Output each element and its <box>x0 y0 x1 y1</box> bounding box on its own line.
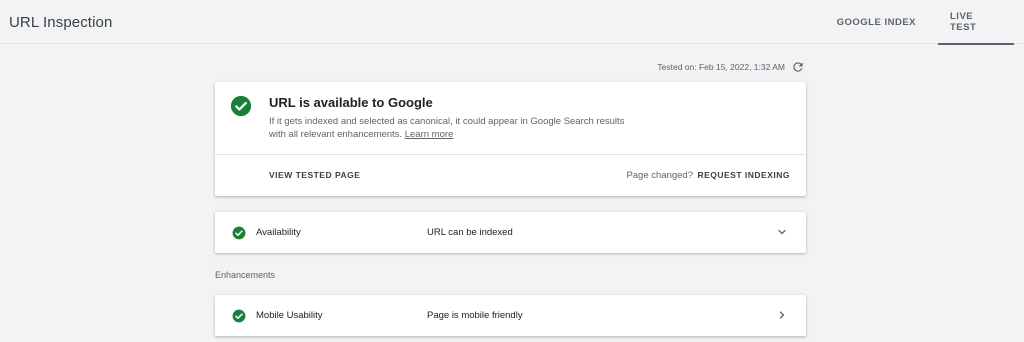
chevron-right-icon[interactable] <box>776 309 788 321</box>
check-circle-icon <box>232 309 246 323</box>
card-divider <box>215 154 806 155</box>
inspection-tabs: GOOGLE INDEX LIVE TEST <box>825 0 1024 45</box>
request-indexing-button[interactable]: REQUEST INDEXING <box>697 170 790 180</box>
tested-on-row: Tested on: Feb 15, 2022, 1:32 AM <box>657 60 805 74</box>
url-inspection-page: URL Inspection GOOGLE INDEX LIVE TEST Te… <box>0 0 1024 342</box>
view-tested-page-button[interactable]: VIEW TESTED PAGE <box>269 170 360 180</box>
page-changed-text: Page changed? <box>626 170 693 181</box>
check-circle-icon <box>232 226 246 240</box>
availability-value: URL can be indexed <box>427 227 513 238</box>
availability-row[interactable]: Availability URL can be indexed <box>215 212 806 253</box>
tab-google-index[interactable]: GOOGLE INDEX <box>825 0 928 44</box>
chevron-down-icon[interactable] <box>776 226 788 238</box>
mobile-usability-label: Mobile Usability <box>256 310 323 321</box>
learn-more-link[interactable]: Learn more <box>405 129 454 140</box>
enhancements-heading: Enhancements <box>215 270 276 280</box>
mobile-usability-row[interactable]: Mobile Usability Page is mobile friendly <box>215 295 806 336</box>
tab-live-test[interactable]: LIVE TEST <box>938 0 1014 45</box>
check-circle-icon <box>230 95 252 117</box>
page-title: URL Inspection <box>9 14 113 31</box>
availability-label: Availability <box>256 227 301 238</box>
inspection-result-card: URL is available to Google If it gets in… <box>215 82 806 196</box>
result-description: If it gets indexed and selected as canon… <box>269 115 639 141</box>
result-title: URL is available to Google <box>269 95 433 110</box>
mobile-usability-value: Page is mobile friendly <box>427 310 523 321</box>
tested-on-timestamp: Tested on: Feb 15, 2022, 1:32 AM <box>657 62 785 72</box>
top-header: URL Inspection GOOGLE INDEX LIVE TEST <box>0 0 1024 45</box>
refresh-icon[interactable] <box>791 60 805 74</box>
